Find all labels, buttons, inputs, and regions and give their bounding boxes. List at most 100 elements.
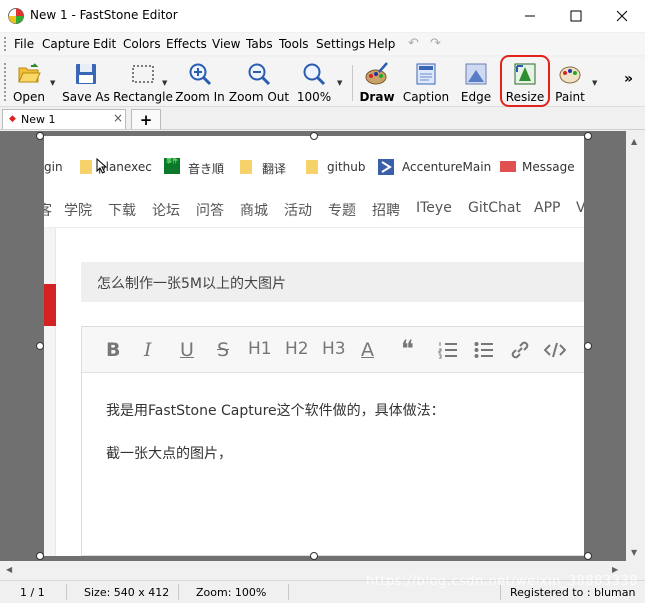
nav-item: 客 xyxy=(44,203,52,219)
status-zoom: Zoom: 100% xyxy=(196,586,267,599)
tab-new-1[interactable]: ◆ New 1 × xyxy=(2,109,126,129)
status-page: 1 / 1 xyxy=(20,586,45,599)
mouse-cursor-icon xyxy=(96,158,108,174)
zoom-100-icon xyxy=(303,63,326,86)
tab-strip: ◆ New 1 × + xyxy=(0,108,645,130)
rich-text-editor: B I U S H1 H2 H3 A ❝ 我是用FastStone Captur… xyxy=(81,326,584,556)
resize-handle-bottom-right[interactable] xyxy=(584,552,592,560)
zoom-in-label: Zoom In xyxy=(175,90,225,104)
minimize-button[interactable] xyxy=(507,0,553,32)
zoom-in-button[interactable]: Zoom In xyxy=(175,60,225,106)
bookmark-order: 音き順 xyxy=(188,162,225,176)
paint-dropdown-arrow[interactable]: ▼ xyxy=(592,79,597,87)
resize-handle-right[interactable] xyxy=(584,342,592,350)
message-icon xyxy=(500,161,516,172)
save-as-label: Save As xyxy=(62,90,110,104)
resize-handle-left[interactable] xyxy=(36,342,44,350)
zoom-in-icon xyxy=(189,63,212,86)
scroll-up-arrow-icon[interactable]: ▲ xyxy=(631,137,637,146)
maximize-icon xyxy=(570,10,582,22)
code-icon xyxy=(544,342,566,358)
new-tab-button[interactable]: + xyxy=(131,109,161,129)
close-button[interactable] xyxy=(599,0,645,32)
unordered-list-icon xyxy=(474,342,493,358)
open-label: Open xyxy=(12,90,46,104)
paint-label: Paint xyxy=(555,90,585,104)
nav-item: ITeye xyxy=(416,200,452,216)
rectangle-select-icon xyxy=(132,65,154,83)
nav-item: V xyxy=(576,200,584,216)
menu-tabs[interactable]: Tabs xyxy=(246,37,273,51)
toolbar-separator xyxy=(352,65,353,101)
zoom-out-icon xyxy=(248,63,271,86)
menu-tools[interactable]: Tools xyxy=(279,37,309,51)
draw-label: Draw xyxy=(359,90,395,104)
toolbar-overflow-chevron[interactable]: » xyxy=(624,71,633,87)
resize-handle-top-right[interactable] xyxy=(584,132,592,140)
scroll-down-arrow-icon[interactable]: ▼ xyxy=(631,548,637,557)
nav-item: 商城 xyxy=(240,203,268,219)
open-dropdown-arrow[interactable]: ▼ xyxy=(50,79,55,87)
editor-text-line-2: 截一张大点的图片， xyxy=(106,446,232,462)
caption-icon xyxy=(416,63,436,85)
status-size: Size: 540 x 412 xyxy=(84,586,170,599)
caption-label: Caption xyxy=(402,90,450,104)
resize-handle-bottom-left[interactable] xyxy=(36,552,44,560)
left-sidebar-strip xyxy=(44,228,56,556)
menu-help[interactable]: Help xyxy=(368,37,395,51)
tab-label: New 1 xyxy=(21,113,56,126)
bookmark-github: github xyxy=(327,160,366,174)
scroll-right-arrow-icon[interactable]: ▶ xyxy=(612,565,618,574)
nav-item: 下载 xyxy=(108,203,136,219)
menu-edit[interactable]: Edit xyxy=(93,37,116,51)
menu-file[interactable]: File xyxy=(14,37,34,51)
paint-button[interactable]: Paint xyxy=(554,60,586,106)
folder-icon xyxy=(306,160,318,174)
tab-close-icon[interactable]: × xyxy=(113,111,123,125)
menu-grip[interactable] xyxy=(4,37,6,51)
link-icon xyxy=(511,341,529,359)
nav-item: APP xyxy=(534,200,561,216)
rectangle-dropdown-arrow[interactable]: ▼ xyxy=(162,79,167,87)
zoom-dropdown-arrow[interactable]: ▼ xyxy=(337,79,342,87)
edge-button[interactable]: Edge xyxy=(460,60,492,106)
zoom-out-button[interactable]: Zoom Out xyxy=(229,60,289,106)
csdn-watermark: https://blog.csdn.net/weixin_38883338 xyxy=(366,574,639,589)
bookmark-login: gin xyxy=(44,160,63,174)
nav-item: 专题 xyxy=(328,203,356,219)
captured-image[interactable]: gin planexec 事件 音き順 翻译 github AccentureM… xyxy=(44,136,584,556)
menu-view[interactable]: View xyxy=(212,37,240,51)
draw-palette-icon xyxy=(365,62,388,85)
edge-label: Edge xyxy=(460,90,492,104)
resize-handle-top-left[interactable] xyxy=(36,132,44,140)
scroll-left-arrow-icon[interactable]: ◀ xyxy=(6,565,12,574)
redo-icon[interactable]: ↷ xyxy=(430,36,441,51)
draw-button[interactable]: Draw xyxy=(359,60,395,106)
vertical-scrollbar[interactable]: ▲ ▼ xyxy=(626,131,645,561)
question-title-box: 怎么制作一张5M以上的大图片 xyxy=(81,262,584,302)
accenture-arrow-icon xyxy=(378,159,394,175)
zoom-100-button[interactable]: 100% xyxy=(297,60,331,106)
status-separator xyxy=(66,584,67,600)
save-as-button[interactable]: Save As xyxy=(62,60,110,106)
maximize-button[interactable] xyxy=(553,0,599,32)
editor-text-line-1: 我是用FastStone Capture这个软件做的，具体做法： xyxy=(106,403,445,419)
resize-handle-top[interactable] xyxy=(310,132,318,140)
save-disk-icon xyxy=(76,64,96,84)
bookmark-translate: 翻译 xyxy=(262,162,287,176)
window-title: New 1 - FastStone Editor xyxy=(30,8,178,22)
open-folder-icon xyxy=(18,63,41,83)
bookmark-accenture: AccentureMain xyxy=(402,160,492,174)
undo-icon[interactable]: ↶ xyxy=(408,36,419,51)
open-button[interactable]: Open xyxy=(12,60,46,106)
caption-button[interactable]: Caption xyxy=(402,60,450,106)
zoom-100-label: 100% xyxy=(296,90,332,104)
heading-1-icon: H1 xyxy=(248,339,272,359)
menu-settings[interactable]: Settings xyxy=(316,37,365,51)
menu-colors[interactable]: Colors xyxy=(123,37,161,51)
resize-handle-bottom[interactable] xyxy=(310,552,318,560)
menu-effects[interactable]: Effects xyxy=(166,37,207,51)
toolbar-grip[interactable] xyxy=(4,63,6,101)
menu-capture[interactable]: Capture xyxy=(42,37,90,51)
bold-icon: B xyxy=(106,339,121,361)
